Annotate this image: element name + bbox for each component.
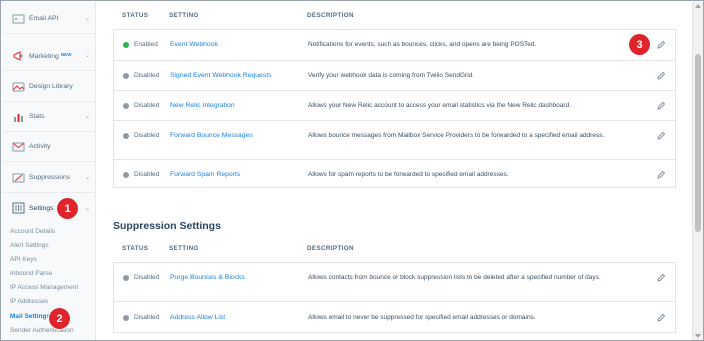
column-header-setting: SETTING bbox=[169, 245, 199, 252]
setting-description: Allows bounce messages from Mailbox Serv… bbox=[308, 132, 605, 139]
table-row: Disabled Purge Bounces & Blocks Allows c… bbox=[114, 263, 675, 301]
chevron-down-icon[interactable]: ⌄ bbox=[85, 52, 90, 59]
sidebar-item-label: Marketing NEW bbox=[29, 51, 72, 60]
design-library-icon bbox=[12, 82, 25, 91]
sidebar-item-marketing[interactable]: Marketing NEW ⌄ bbox=[2, 41, 95, 71]
pencil-edit-icon[interactable] bbox=[656, 313, 666, 323]
sidebar-subitem-inbound-parse[interactable]: Inbound Parse bbox=[10, 270, 52, 277]
sidebar-item-suppressions[interactable]: Suppressions ⌄ bbox=[2, 163, 95, 193]
new-badge: NEW bbox=[60, 51, 72, 57]
status-dot bbox=[123, 41, 129, 48]
sidebar-item-label: Suppressions bbox=[29, 174, 71, 181]
setting-description: Allows contacts from bounce or block sup… bbox=[308, 274, 601, 281]
sidebar-item-settings[interactable]: Settings ⌄ bbox=[2, 193, 95, 223]
column-header-description: DESCRIPTION bbox=[307, 12, 354, 19]
chevron-down-icon[interactable]: ⌄ bbox=[85, 174, 90, 181]
status-indicator: Disabled bbox=[123, 171, 159, 178]
table-row: Enabled Event Webhook Notifications for … bbox=[114, 30, 675, 60]
status-dot bbox=[123, 132, 129, 139]
status-indicator: Disabled bbox=[123, 314, 159, 321]
scroll-down-arrow-icon[interactable] bbox=[695, 334, 701, 338]
chevron-down-icon[interactable]: ⌄ bbox=[85, 113, 90, 120]
sidebar-item-label: Stats bbox=[29, 113, 45, 120]
marketing-icon bbox=[13, 50, 23, 61]
step-annotation-2: 2 bbox=[49, 308, 70, 329]
sidebar-item-stats[interactable]: Stats ⌄ bbox=[2, 102, 95, 132]
pencil-edit-icon[interactable] bbox=[656, 40, 666, 50]
setting-description: Verify your webhook data is coming from … bbox=[308, 72, 475, 79]
sidebar-subitem-ip-access-management[interactable]: IP Access Management bbox=[10, 284, 78, 291]
scroll-up-arrow-icon[interactable] bbox=[695, 4, 701, 8]
sidebar: Email API ⌄ Marketing NEW ⌄ Design Librar… bbox=[2, 2, 96, 340]
sidebar-subitem-mail-settings[interactable]: Mail Settings bbox=[10, 313, 50, 320]
vertical-scrollbar[interactable] bbox=[692, 2, 703, 340]
chevron-down-icon[interactable]: ⌄ bbox=[85, 205, 90, 212]
setting-link-signed-event-webhook[interactable]: Signed Event Webhook Requests bbox=[170, 72, 272, 79]
setting-link-purge-bounces[interactable]: Purge Bounces & Blocks bbox=[170, 274, 245, 281]
status-dot bbox=[123, 72, 129, 79]
status-dot bbox=[123, 102, 129, 109]
sidebar-subitem-alert-settings[interactable]: Alert Settings bbox=[10, 242, 49, 249]
suppressions-icon bbox=[12, 173, 25, 182]
setting-link-event-webhook[interactable]: Event Webhook bbox=[170, 41, 218, 48]
column-header-description: DESCRIPTION bbox=[307, 245, 354, 252]
step-annotation-3: 3 bbox=[629, 34, 650, 55]
sidebar-item-label: Activity bbox=[29, 143, 51, 150]
stats-icon bbox=[14, 113, 23, 122]
status-dot bbox=[123, 171, 129, 178]
setting-description: Allows email to never be suppressed for … bbox=[308, 314, 536, 321]
sidebar-item-label: Email API bbox=[29, 15, 59, 22]
pencil-edit-icon[interactable] bbox=[656, 71, 666, 81]
sidebar-item-email-api[interactable]: Email API ⌄ bbox=[2, 4, 95, 34]
sidebar-item-activity[interactable]: Activity bbox=[2, 132, 95, 162]
sidebar-item-label: Design Library bbox=[29, 83, 73, 90]
setting-link-forward-bounce[interactable]: Forward Bounce Messages bbox=[170, 132, 253, 139]
pencil-edit-icon[interactable] bbox=[656, 273, 666, 283]
status-dot bbox=[123, 274, 129, 281]
status-indicator: Disabled bbox=[123, 102, 159, 109]
setting-description: Allows for spam reports to be forwarded … bbox=[308, 171, 509, 178]
column-header-status: STATUS bbox=[122, 245, 149, 252]
table-row: Disabled Address Allow List Allows email… bbox=[114, 301, 675, 332]
event-settings-table: Enabled Event Webhook Notifications for … bbox=[113, 29, 676, 188]
table-row: Disabled Signed Event Webhook Requests V… bbox=[114, 60, 675, 90]
section-title-suppression: Suppression Settings bbox=[113, 220, 221, 232]
app-window: Email API ⌄ Marketing NEW ⌄ Design Librar… bbox=[0, 0, 704, 341]
setting-description: Allows your New Relic account to access … bbox=[308, 102, 571, 109]
status-indicator: Disabled bbox=[123, 72, 159, 79]
suppression-settings-table: Disabled Purge Bounces & Blocks Allows c… bbox=[113, 262, 676, 333]
status-indicator: Disabled bbox=[123, 132, 159, 139]
sidebar-subitem-ip-addresses[interactable]: IP Addresses bbox=[10, 298, 48, 305]
scrollbar-thumb[interactable] bbox=[695, 54, 701, 232]
sidebar-subitem-sender-authentication[interactable]: Sender Authentication bbox=[10, 327, 74, 334]
sidebar-item-design-library[interactable]: Design Library bbox=[2, 72, 95, 102]
email-api-icon bbox=[12, 14, 25, 23]
sidebar-subitem-account-details[interactable]: Account Details bbox=[10, 228, 55, 235]
table-row: Disabled Forward Spam Reports Allows for… bbox=[114, 159, 675, 188]
settings-icon bbox=[12, 202, 25, 214]
column-header-status: STATUS bbox=[122, 12, 149, 19]
sidebar-subitem-api-keys[interactable]: API Keys bbox=[10, 256, 37, 263]
pencil-edit-icon[interactable] bbox=[656, 131, 666, 141]
activity-icon bbox=[12, 142, 25, 151]
setting-link-new-relic[interactable]: New Relic Integration bbox=[170, 102, 235, 109]
table-row: Disabled New Relic Integration Allows yo… bbox=[114, 90, 675, 120]
pencil-edit-icon[interactable] bbox=[656, 101, 666, 111]
chevron-down-icon[interactable]: ⌄ bbox=[85, 15, 90, 22]
setting-link-address-allow-list[interactable]: Address Allow List bbox=[170, 314, 225, 321]
setting-description: Notifications for events, such as bounce… bbox=[308, 41, 537, 48]
sidebar-item-label: Settings bbox=[29, 204, 54, 212]
pencil-edit-icon[interactable] bbox=[656, 170, 666, 180]
column-header-setting: SETTING bbox=[169, 12, 199, 19]
status-dot bbox=[123, 314, 129, 321]
status-indicator: Enabled bbox=[123, 41, 158, 48]
setting-link-forward-spam[interactable]: Forward Spam Reports bbox=[170, 171, 240, 178]
step-annotation-1: 1 bbox=[57, 198, 78, 219]
table-row: Disabled Forward Bounce Messages Allows … bbox=[114, 120, 675, 159]
status-indicator: Disabled bbox=[123, 274, 159, 281]
mail-settings-main: STATUS SETTING DESCRIPTION Enabled Event… bbox=[97, 2, 691, 340]
